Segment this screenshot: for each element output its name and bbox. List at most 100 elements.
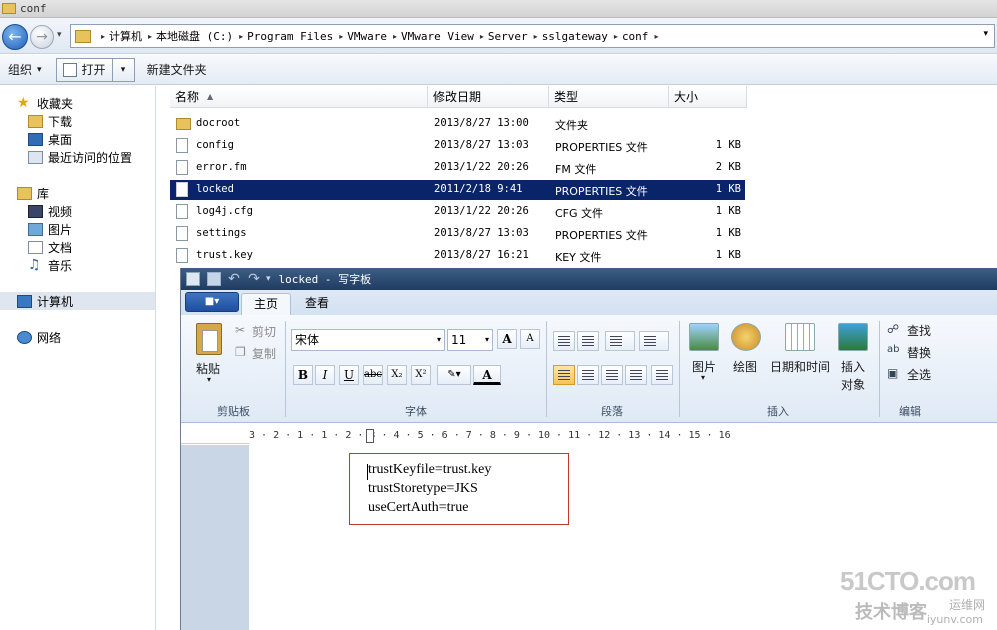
sidebar-item-desktop[interactable]: 桌面 (28, 130, 72, 148)
sidebar-item-documents[interactable]: 文档 (28, 238, 72, 256)
font-size-select[interactable]: 11 ▾ (447, 329, 493, 351)
chevron-right-icon[interactable]: ▸ (480, 32, 484, 41)
tab-view[interactable]: 查看 (293, 293, 341, 315)
highlight-color-button[interactable]: ✎▾ (437, 365, 471, 385)
save-icon[interactable] (207, 272, 221, 286)
back-arrow-icon[interactable]: ← (2, 24, 28, 50)
decrease-indent-button[interactable] (553, 331, 575, 351)
application-menu-button[interactable]: ■▾ (185, 292, 239, 312)
ruler[interactable]: 3 · 2 · 1 · 1 · 2 · 3 · 4 · 5 · 6 · 7 · … (181, 428, 997, 444)
chevron-right-icon[interactable]: ▸ (534, 32, 538, 41)
undo-icon[interactable]: ↶ (227, 272, 241, 286)
underline-button[interactable]: U (339, 365, 359, 385)
shrink-font-button[interactable]: A (520, 329, 540, 349)
document-line[interactable]: trustStoretype=JKS (368, 481, 478, 497)
grow-font-button[interactable]: A (497, 329, 517, 349)
open-dropdown-button[interactable]: ▾ (112, 57, 135, 82)
insert-object-button[interactable]: 插入 (841, 358, 865, 375)
document-line[interactable]: trustKeyfile=trust.key (368, 462, 491, 478)
cut-button[interactable]: 剪切 (252, 323, 276, 340)
table-row[interactable]: docroot 2013/8/27 13:00 文件夹 (170, 114, 745, 134)
insert-datetime-button[interactable]: 日期和时间 (770, 358, 830, 375)
sidebar-item-libraries[interactable]: 库 (17, 184, 49, 202)
font-family-value: 宋体 (295, 333, 320, 347)
breadcrumb[interactable]: Server (488, 30, 528, 43)
align-right-button[interactable] (601, 365, 623, 385)
increase-indent-button[interactable] (577, 331, 599, 351)
font-family-select[interactable]: 宋体 ▾ (291, 329, 445, 351)
justify-button[interactable] (625, 365, 647, 385)
chevron-down-icon[interactable]: ▾ (701, 373, 705, 382)
subscript-button[interactable]: X₂ (387, 365, 407, 385)
align-left-button[interactable] (553, 365, 575, 385)
insert-paint-button[interactable]: 绘图 (733, 358, 757, 375)
sidebar-item-network[interactable]: 网络 (17, 328, 61, 346)
sidebar-item-videos[interactable]: 视频 (28, 202, 72, 220)
sidebar-item-recent[interactable]: 最近访问的位置 (28, 148, 132, 166)
superscript-button[interactable]: X² (411, 365, 431, 385)
wordpad-app-icon[interactable] (186, 272, 200, 286)
bold-button[interactable]: B (293, 365, 313, 385)
font-color-button[interactable]: A (473, 365, 501, 385)
breadcrumb[interactable]: VMware View (401, 30, 474, 43)
column-header-size[interactable]: 大小 (669, 86, 747, 108)
select-all-button[interactable]: 全选 (907, 366, 931, 383)
breadcrumb[interactable]: 计算机 (109, 28, 142, 44)
paste-icon[interactable] (196, 323, 222, 355)
find-button[interactable]: 查找 (907, 322, 931, 339)
indent-marker-icon[interactable] (366, 429, 374, 443)
paragraph-settings-button[interactable] (651, 365, 673, 385)
breadcrumb[interactable]: VMware (347, 30, 387, 43)
table-row[interactable]: trust.key 2013/8/27 16:21 KEY 文件 1 KB (170, 246, 745, 266)
organize-button[interactable]: 组织 ▾ (0, 58, 50, 82)
table-row[interactable]: config 2013/8/27 13:03 PROPERTIES 文件 1 K… (170, 136, 745, 156)
replace-button[interactable]: 替换 (907, 344, 931, 361)
table-row-selected[interactable]: locked 2011/2/18 9:41 PROPERTIES 文件 1 KB (170, 180, 745, 200)
sidebar-item-computer[interactable]: 计算机 (0, 292, 155, 310)
paint-palette-icon[interactable] (731, 323, 761, 351)
breadcrumb[interactable]: Program Files (247, 30, 333, 43)
wordpad-title-bar[interactable]: ↶ ↷ ▾ locked - 写字板 (181, 268, 997, 290)
italic-button[interactable]: I (315, 365, 335, 385)
document-icon (62, 62, 77, 77)
table-row[interactable]: settings 2013/8/27 13:03 PROPERTIES 文件 1… (170, 224, 745, 244)
breadcrumb[interactable]: sslgateway (542, 30, 608, 43)
calendar-icon[interactable] (785, 323, 815, 351)
redo-icon[interactable]: ↷ (247, 272, 261, 286)
chevron-right-icon[interactable]: ▸ (339, 32, 343, 41)
align-center-button[interactable] (577, 365, 599, 385)
address-dropdown-icon[interactable]: ▾ (983, 29, 988, 39)
forward-arrow-icon[interactable]: → (30, 25, 54, 49)
sidebar-item-music[interactable]: ♫ 音乐 (28, 256, 72, 274)
sidebar-item-downloads[interactable]: 下载 (28, 112, 72, 130)
column-header-modified[interactable]: 修改日期 (428, 86, 549, 108)
column-header-type[interactable]: 类型 (549, 86, 669, 108)
chevron-right-icon[interactable]: ▸ (654, 32, 658, 41)
new-folder-button[interactable]: 新建文件夹 (139, 58, 215, 82)
sidebar-item-pictures[interactable]: 图片 (28, 220, 72, 238)
sidebar-item-favorites[interactable]: ★ 收藏夹 (17, 94, 73, 112)
history-dropdown-icon[interactable]: ▾ (57, 30, 62, 40)
copy-button[interactable]: 复制 (252, 345, 276, 362)
list-button[interactable] (605, 331, 635, 351)
breadcrumb[interactable]: 本地磁盘 (C:) (156, 28, 233, 44)
picture-icon[interactable] (689, 323, 719, 351)
chevron-right-icon[interactable]: ▸ (393, 32, 397, 41)
chevron-right-icon[interactable]: ▸ (239, 32, 243, 41)
breadcrumb[interactable]: conf (622, 30, 649, 43)
object-icon[interactable] (838, 323, 868, 351)
table-row[interactable]: log4j.cfg 2013/1/22 20:26 CFG 文件 1 KB (170, 202, 745, 222)
paste-dropdown-icon[interactable]: ▾ (207, 375, 211, 384)
chevron-right-icon[interactable]: ▸ (101, 32, 105, 41)
document-line[interactable]: useCertAuth=true (368, 500, 468, 516)
address-bar[interactable]: ▸ 计算机 ▸ 本地磁盘 (C:) ▸ Program Files ▸ VMwa… (70, 24, 995, 48)
chevron-right-icon[interactable]: ▸ (614, 32, 618, 41)
table-row[interactable]: error.fm 2013/1/22 20:26 FM 文件 2 KB (170, 158, 745, 178)
strikethrough-button[interactable]: abc (363, 365, 383, 385)
line-spacing-button[interactable] (639, 331, 669, 351)
open-button[interactable]: 打开 (55, 57, 113, 82)
chevron-right-icon[interactable]: ▸ (148, 32, 152, 41)
column-header-name[interactable]: 名称 ▲ (170, 86, 428, 108)
quick-access-dropdown-icon[interactable]: ▾ (266, 274, 271, 284)
tab-home[interactable]: 主页 (241, 293, 292, 315)
